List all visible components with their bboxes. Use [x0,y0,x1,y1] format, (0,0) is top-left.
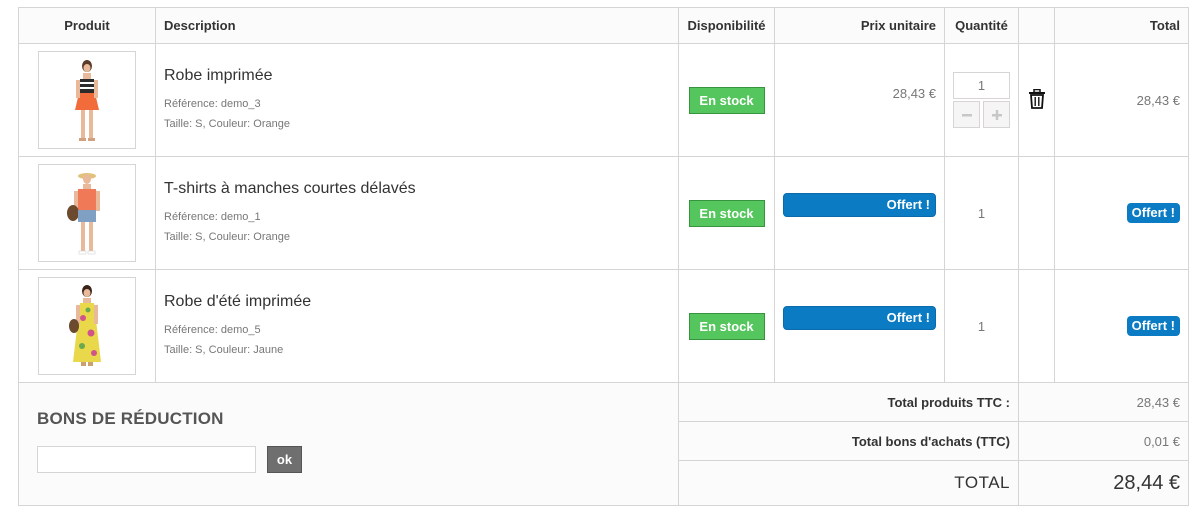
total-products-value: 28,43 € [1018,382,1189,422]
line-total-value: 28,43 € [1136,92,1180,108]
quantity-decrease-button[interactable] [953,101,980,128]
total-vouchers-label: Total bons d'achats (TTC) [678,421,1019,461]
product-name-link[interactable]: T-shirts à manches courtes délavés [164,180,678,198]
cart-item-row: Robe d'été imprimée Référence: demo_5 Ta… [18,269,1189,383]
offert-total-badge: Offert ! [1126,203,1180,223]
quantity-value: 1 [977,205,986,221]
availability-cell: En stock [678,156,775,270]
offert-price-badge: Offert ! [783,306,936,330]
product-reference: Référence: demo_3 [164,97,261,110]
header-quantite: Quantité [944,7,1019,44]
cart-item-row: T-shirts à manches courtes délavés Référ… [18,156,1189,270]
product-name-link[interactable]: Robe imprimée [164,67,678,85]
quantity-value: 1 [977,318,986,334]
delete-cell [1018,156,1055,270]
header-disponibilite: Disponibilité [678,7,775,44]
quantity-increase-button[interactable] [983,101,1010,128]
availability-cell: En stock [678,43,775,157]
voucher-code-input[interactable] [37,446,256,473]
availability-cell: En stock [678,269,775,383]
product-image-cell [18,43,156,157]
minus-icon [961,114,972,117]
product-attributes[interactable]: Taille: S, Couleur: Orange [164,227,678,247]
product-description-cell: Robe d'été imprimée Référence: demo_5 Ta… [155,269,679,383]
line-total-cell: Offert ! [1054,156,1189,270]
header-produit: Produit [18,7,156,44]
total-products-label: Total produits TTC : [678,382,1019,422]
product-image-link[interactable] [38,51,136,149]
in-stock-badge: En stock [688,312,765,340]
cart-header-row: Produit Description Disponibilité Prix u… [18,7,1189,44]
total-vouchers-value: 0,01 € [1018,421,1189,461]
delete-cell [1018,43,1055,157]
product-image-link[interactable] [38,164,136,262]
voucher-title: BONS DE RÉDUCTION [37,409,224,428]
product-reference: Référence: demo_5 [164,323,261,336]
in-stock-badge: En stock [688,199,765,227]
header-prix-unitaire: Prix unitaire [774,7,945,44]
header-description: Description [155,7,679,44]
product-description-cell: Robe imprimée Référence: demo_3 Taille: … [155,43,679,157]
grand-total-value: 28,44 € [1018,460,1189,506]
product-attributes[interactable]: Taille: S, Couleur: Orange [164,114,678,134]
product-reference: Référence: demo_1 [164,210,261,223]
header-total: Total [1054,7,1189,44]
quantity-cell: 1 [944,156,1019,270]
product-image-cell [18,269,156,383]
plus-icon [991,110,1002,120]
trash-icon [1028,88,1045,109]
cart-item-row: Robe imprimée Référence: demo_3 Taille: … [18,43,1189,157]
offert-price-badge: Offert ! [783,193,936,217]
unit-price-value: 28,43 € [892,86,936,101]
line-total-cell: 28,43 € [1054,43,1189,157]
cart-table: Produit Description Disponibilité Prix u… [18,7,1189,506]
product-description-cell: T-shirts à manches courtes délavés Référ… [155,156,679,270]
grand-total-label: TOTAL [678,460,1019,506]
line-total-cell: Offert ! [1054,269,1189,383]
unit-price-cell: Offert ! [774,156,945,270]
voucher-ok-button[interactable]: ok [267,446,302,473]
summary-products-row: BONS DE RÉDUCTION ok Total produits TTC … [18,382,1189,506]
product-image-cell [18,156,156,270]
header-delete [1018,7,1055,44]
offert-total-badge: Offert ! [1126,316,1180,336]
unit-price-cell: Offert ! [774,269,945,383]
product-name-link[interactable]: Robe d'été imprimée [164,293,678,311]
product-image-yellow-dress [69,285,101,366]
product-image-tshirt [67,173,100,255]
unit-price-cell: 28,43 € [774,43,945,157]
product-attributes[interactable]: Taille: S, Couleur: Jaune [164,340,678,360]
quantity-cell: 1 [944,269,1019,383]
quantity-cell: 1 [944,43,1019,157]
voucher-section: BONS DE RÉDUCTION ok [18,382,679,506]
product-image-link[interactable] [38,277,136,375]
product-image-orange-dress [75,60,99,141]
delete-cell [1018,269,1055,383]
quantity-input[interactable]: 1 [953,72,1010,99]
delete-item-button[interactable] [1028,88,1046,112]
in-stock-badge: En stock [688,86,765,114]
